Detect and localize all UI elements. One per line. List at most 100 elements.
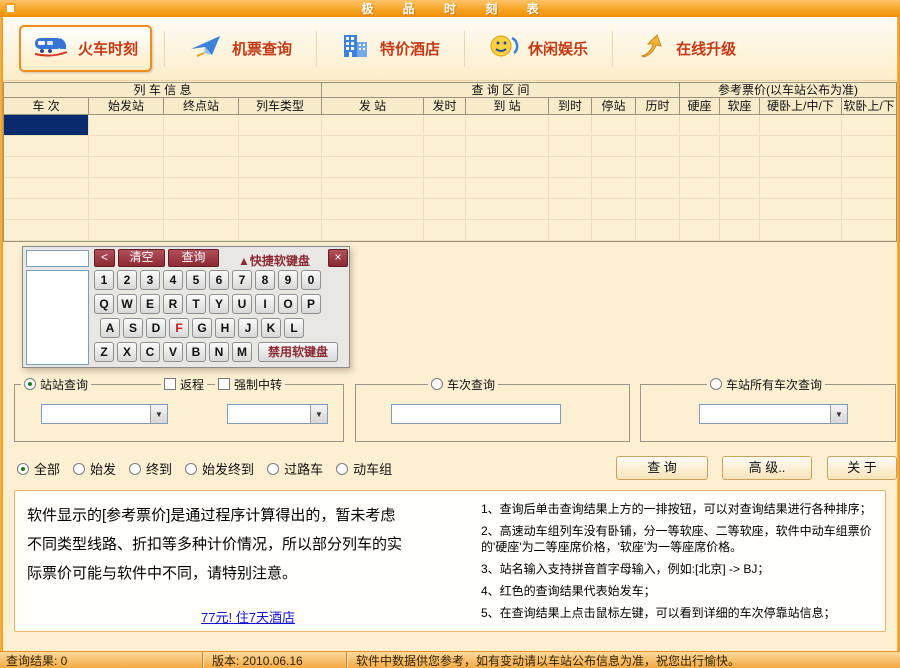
table-cell[interactable] [549, 157, 592, 177]
table-cell[interactable] [4, 199, 89, 219]
key-button[interactable]: 5 [186, 270, 206, 290]
table-cell[interactable] [466, 220, 549, 240]
table-cell[interactable] [549, 115, 592, 135]
table-cell[interactable] [89, 115, 164, 135]
table-cell[interactable] [424, 115, 466, 135]
column-header[interactable]: 停站 [592, 98, 636, 115]
key-button[interactable]: 3 [140, 270, 160, 290]
column-header[interactable]: 列车类型 [239, 98, 322, 115]
table-cell[interactable] [466, 136, 549, 156]
filter-origin-terminus[interactable]: 始发终到 [185, 459, 254, 478]
key-button[interactable]: C [140, 342, 160, 362]
table-cell[interactable] [89, 157, 164, 177]
key-button[interactable]: 9 [278, 270, 298, 290]
table-cell[interactable] [322, 157, 424, 177]
column-header[interactable]: 发 站 [322, 98, 424, 115]
table-cell[interactable] [164, 157, 239, 177]
promo-link[interactable]: 77元! 住7天酒店 [27, 607, 469, 626]
table-cell[interactable] [680, 136, 720, 156]
table-cell[interactable] [549, 199, 592, 219]
table-cell[interactable] [239, 136, 322, 156]
filter-all[interactable]: 全部 [17, 459, 60, 478]
table-cell[interactable] [4, 178, 89, 198]
table-cell[interactable] [592, 220, 636, 240]
table-cell[interactable] [466, 199, 549, 219]
table-cell[interactable] [720, 136, 760, 156]
key-button[interactable]: T [186, 294, 206, 314]
toolbar-hotel-deals-button[interactable]: 特价酒店 [329, 27, 452, 70]
table-cell[interactable] [636, 178, 680, 198]
key-button[interactable]: 6 [209, 270, 229, 290]
table-cell[interactable] [239, 178, 322, 198]
table-cell[interactable] [4, 136, 89, 156]
table-cell[interactable] [720, 220, 760, 240]
table-cell[interactable] [592, 136, 636, 156]
key-button[interactable]: Y [209, 294, 229, 314]
key-button[interactable]: W [117, 294, 137, 314]
chevron-down-icon[interactable]: ▼ [310, 405, 327, 423]
table-cell[interactable] [760, 136, 842, 156]
filter-passing[interactable]: 过路车 [267, 459, 323, 478]
key-button[interactable]: 2 [117, 270, 137, 290]
table-cell[interactable] [424, 157, 466, 177]
key-button[interactable]: I [255, 294, 275, 314]
table-cell[interactable] [4, 157, 89, 177]
table-cell[interactable] [842, 199, 896, 219]
depart-station-combo[interactable]: ▼ [41, 404, 168, 424]
chevron-down-icon[interactable]: ▼ [150, 405, 167, 423]
column-header[interactable]: 车 次 [4, 98, 89, 115]
station-all-trains-combo[interactable]: ▼ [699, 404, 848, 424]
column-header[interactable]: 发时 [424, 98, 466, 115]
table-cell[interactable] [720, 199, 760, 219]
key-button[interactable]: Z [94, 342, 114, 362]
table-cell[interactable] [760, 157, 842, 177]
table-cell[interactable] [322, 220, 424, 240]
toolbar-entertainment-button[interactable]: 休闲娱乐 [477, 27, 600, 70]
key-button[interactable]: O [278, 294, 298, 314]
table-cell[interactable] [466, 178, 549, 198]
clear-button[interactable]: 清空 [118, 249, 165, 267]
key-button[interactable]: E [140, 294, 160, 314]
table-cell[interactable] [164, 178, 239, 198]
table-cell[interactable] [842, 136, 896, 156]
key-button[interactable]: Q [94, 294, 114, 314]
key-button[interactable]: F [169, 318, 189, 338]
filter-emu[interactable]: 动车组 [336, 459, 392, 478]
table-cell[interactable] [760, 115, 842, 135]
table-cell[interactable] [239, 199, 322, 219]
advanced-button[interactable]: 高 级.. [722, 456, 812, 480]
table-cell[interactable] [466, 115, 549, 135]
key-button[interactable]: P [301, 294, 321, 314]
keyboard-query-button[interactable]: 查询 [168, 249, 219, 267]
key-button[interactable]: V [163, 342, 183, 362]
table-cell[interactable] [720, 157, 760, 177]
key-button[interactable]: J [238, 318, 258, 338]
table-cell[interactable] [89, 136, 164, 156]
table-cell[interactable] [89, 178, 164, 198]
station-query-radio[interactable]: 站站查询 [21, 377, 91, 391]
table-cell[interactable] [424, 178, 466, 198]
station-search-input[interactable] [26, 250, 89, 267]
table-cell[interactable] [549, 136, 592, 156]
filter-originating[interactable]: 始发 [73, 459, 116, 478]
quick-keyboard-toggle[interactable]: ▲快捷软键盘 [222, 252, 326, 269]
key-button[interactable]: 4 [163, 270, 183, 290]
table-cell[interactable] [239, 157, 322, 177]
column-header[interactable]: 软座 [720, 98, 760, 115]
table-cell[interactable] [164, 199, 239, 219]
key-button[interactable]: R [163, 294, 183, 314]
table-cell[interactable] [636, 115, 680, 135]
table-cell[interactable] [322, 178, 424, 198]
query-button[interactable]: 查 询 [616, 456, 708, 480]
table-cell[interactable] [842, 157, 896, 177]
table-cell[interactable] [592, 178, 636, 198]
table-cell[interactable] [680, 199, 720, 219]
key-button[interactable]: A [100, 318, 120, 338]
back-button[interactable]: < [94, 249, 115, 267]
table-cell[interactable] [239, 115, 322, 135]
chevron-down-icon[interactable]: ▼ [830, 405, 847, 423]
table-cell[interactable] [636, 157, 680, 177]
key-button[interactable]: 0 [301, 270, 321, 290]
column-header[interactable]: 硬卧上/中/下 [760, 98, 842, 115]
table-cell[interactable] [322, 136, 424, 156]
